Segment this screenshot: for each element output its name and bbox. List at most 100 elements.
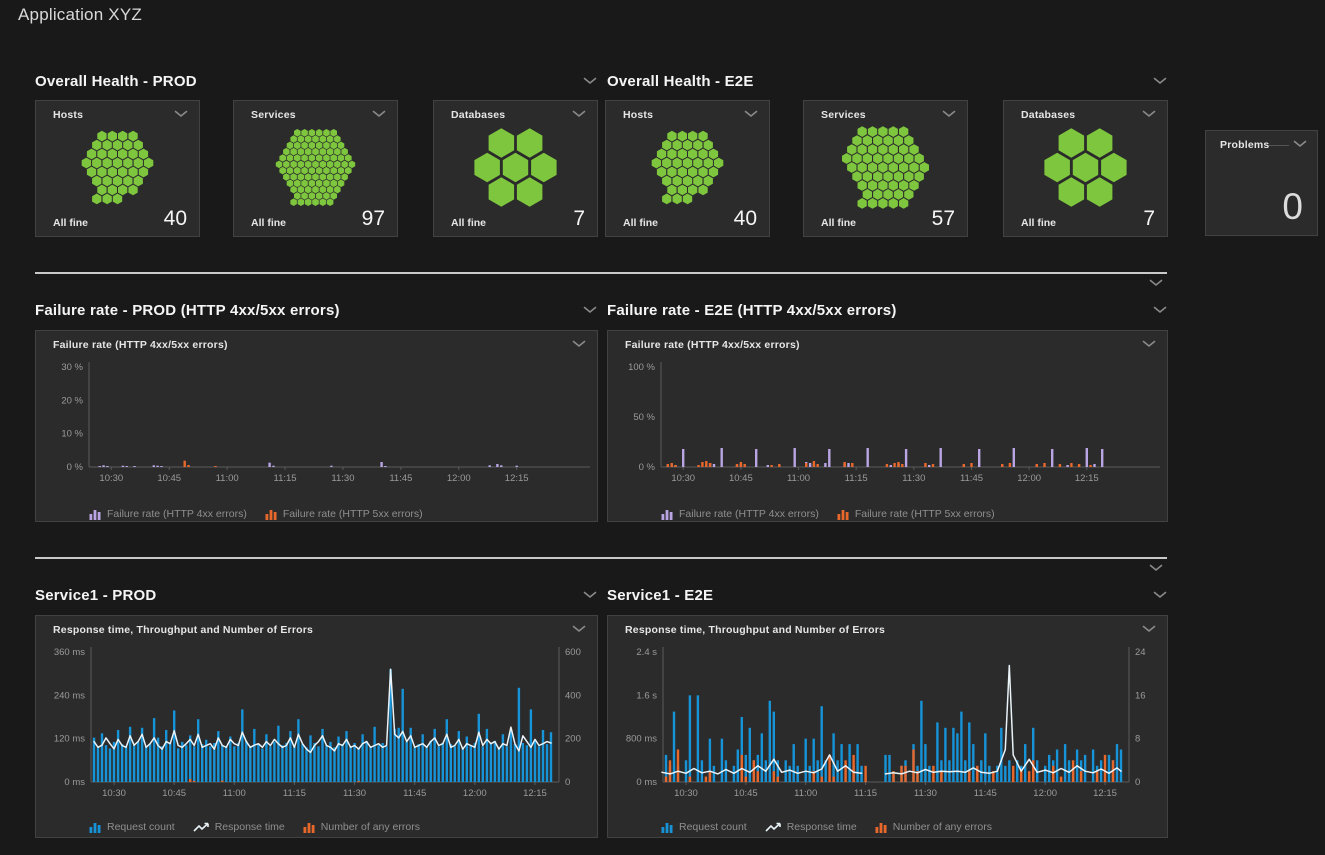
legend-item[interactable]: Request count [89,821,175,833]
legend-item[interactable]: Failure rate (HTTP 4xx errors) [89,508,247,520]
bar-series-icon [89,509,102,520]
chevron-down-icon[interactable] [1152,590,1168,600]
dashboard: Application XYZ Overall Health - PROD Ov… [0,0,1325,855]
svg-text:12:15: 12:15 [1075,473,1099,484]
dashboard-title: Application XYZ [18,5,142,25]
svg-text:11:15: 11:15 [274,473,297,484]
svg-text:11:30: 11:30 [331,473,354,484]
chevron-down-icon[interactable] [1148,278,1164,288]
health-honeycomb [1017,125,1154,210]
bar-series-icon [661,509,674,520]
svg-text:11:45: 11:45 [403,788,426,799]
chart-title: Failure rate (HTTP 4xx/5xx errors) [625,339,800,351]
svg-text:12:00: 12:00 [1017,473,1041,484]
svg-text:11:30: 11:30 [914,788,937,799]
legend-label: Number of any errors [893,821,992,833]
tile-hosts-prod[interactable]: Hosts All fine40 [35,100,200,237]
svg-text:24: 24 [1135,647,1146,658]
chart-canvas: 30 %20 %10 %0 %10:3010:4511:0011:1511:30… [39,355,596,505]
legend-item[interactable]: Response time [193,821,285,833]
chart-canvas: 100 %50 %0 %10:3010:4511:0011:1511:3011:… [611,355,1166,505]
svg-text:1.6 s: 1.6 s [636,690,657,701]
bar-series-icon [265,509,278,520]
tile-services-e2e[interactable]: Services All fine57 [803,100,968,237]
section-divider [35,557,1167,559]
svg-text:12:15: 12:15 [1093,788,1117,799]
chevron-down-icon[interactable] [1141,339,1157,349]
legend-item[interactable]: Request count [661,821,747,833]
svg-text:200: 200 [565,734,581,745]
svg-text:10:30: 10:30 [99,473,123,484]
status-text: All fine [1021,217,1056,229]
svg-text:600: 600 [565,647,581,658]
tile-failure-rate-prod[interactable]: Failure rate (HTTP 4xx/5xx errors) 30 %2… [35,330,598,522]
legend-label: Failure rate (HTTP 4xx errors) [679,508,819,520]
chevron-down-icon[interactable] [1152,305,1168,315]
section-title-failure-e2e: Failure rate - E2E (HTTP 4xx/5xx errors) [607,302,897,319]
svg-text:10:45: 10:45 [157,473,181,484]
chevron-down-icon[interactable] [173,109,189,119]
svg-text:0 %: 0 % [67,462,84,473]
section-header-service-e2e: Service1 - E2E [607,586,1168,604]
svg-text:100 %: 100 % [628,362,655,373]
chevron-down-icon[interactable] [571,339,587,349]
status-text: All fine [53,217,88,229]
svg-text:0 %: 0 % [639,462,656,473]
chevron-down-icon[interactable] [582,305,598,315]
tile-service1-e2e[interactable]: Response time, Throughput and Number of … [607,615,1168,838]
svg-text:12:15: 12:15 [505,473,529,484]
tile-service1-prod[interactable]: Response time, Throughput and Number of … [35,615,598,838]
legend-item[interactable]: Failure rate (HTTP 5xx errors) [837,508,995,520]
svg-text:0: 0 [1135,777,1140,788]
svg-text:8: 8 [1135,734,1140,745]
svg-text:11:30: 11:30 [902,473,925,484]
svg-text:240 ms: 240 ms [54,690,85,701]
chevron-down-icon[interactable] [371,109,387,119]
legend-label: Failure rate (HTTP 4xx errors) [107,508,247,520]
legend-item[interactable]: Failure rate (HTTP 4xx errors) [661,508,819,520]
section-divider [35,272,1167,274]
chevron-down-icon[interactable] [1293,139,1307,149]
svg-text:0 ms: 0 ms [64,777,85,788]
service1-e2e-chart: 2.4 s1.6 s800 ms0 ms24168010:3010:4511:0… [611,640,1167,823]
bar-series-icon [837,509,850,520]
svg-text:2.4 s: 2.4 s [636,647,657,658]
tile-problems[interactable]: Problems 0 [1205,130,1318,236]
section-header-health-prod: Overall Health - PROD [35,72,598,90]
legend-item[interactable]: Number of any errors [875,821,992,833]
svg-text:10:30: 10:30 [674,788,698,799]
chevron-down-icon[interactable] [1141,624,1157,634]
chevron-down-icon[interactable] [1148,563,1164,573]
svg-text:12:00: 12:00 [447,473,471,484]
legend-item[interactable]: Failure rate (HTTP 5xx errors) [265,508,423,520]
svg-text:50 %: 50 % [633,412,655,423]
svg-text:12:15: 12:15 [523,788,547,799]
tile-hosts-e2e[interactable]: Hosts All fine40 [605,100,770,237]
svg-text:10:45: 10:45 [162,788,186,799]
chart-title: Response time, Throughput and Number of … [53,624,313,636]
tile-databases-prod[interactable]: Databases All fine7 [433,100,598,237]
tile-failure-rate-e2e[interactable]: Failure rate (HTTP 4xx/5xx errors) 100 %… [607,330,1168,522]
line-series-icon [765,822,782,833]
svg-text:11:15: 11:15 [283,788,306,799]
tile-title: Databases [451,109,505,121]
entity-count: 57 [932,208,955,229]
chevron-down-icon[interactable] [1152,76,1168,86]
legend-item[interactable]: Number of any errors [303,821,420,833]
status-text: All fine [623,217,658,229]
chevron-down-icon[interactable] [1141,109,1157,119]
chevron-down-icon[interactable] [941,109,957,119]
svg-text:800 ms: 800 ms [626,734,657,745]
chevron-down-icon[interactable] [743,109,759,119]
chevron-down-icon[interactable] [571,624,587,634]
tile-services-prod[interactable]: Services All fine97 [233,100,398,237]
chevron-down-icon[interactable] [582,76,598,86]
section-header-failure-prod: Failure rate - PROD (HTTP 4xx/5xx errors… [35,301,598,319]
section-title-service-e2e: Service1 - E2E [607,587,713,604]
section-title-service-prod: Service1 - PROD [35,587,156,604]
legend-item[interactable]: Response time [765,821,857,833]
chevron-down-icon[interactable] [582,590,598,600]
tile-databases-e2e[interactable]: Databases All fine7 [1003,100,1168,237]
svg-text:10 %: 10 % [61,429,83,440]
chevron-down-icon[interactable] [571,109,587,119]
